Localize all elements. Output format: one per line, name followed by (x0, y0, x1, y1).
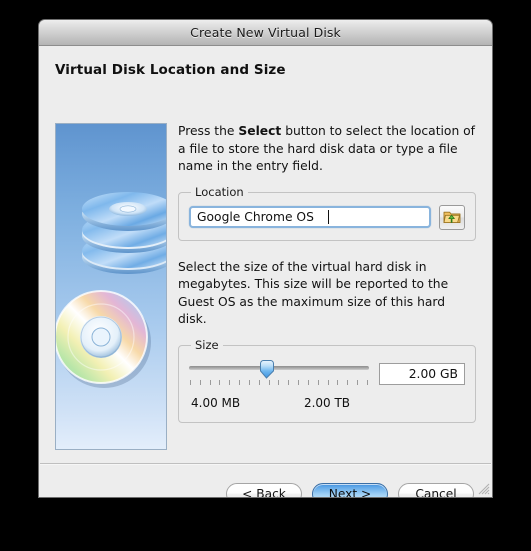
slider-tick (317, 379, 319, 385)
slider-tick (347, 379, 349, 385)
cd-stack-illustration (55, 123, 167, 450)
window-titlebar[interactable]: Create New Virtual Disk (39, 20, 492, 46)
location-instructions-part1: Press the (178, 124, 239, 138)
slider-tick (219, 379, 221, 385)
screen: Create New Virtual Disk Virtual Disk Loc… (0, 0, 531, 551)
slider-tick (327, 379, 329, 385)
folder-open-icon (443, 211, 461, 224)
slider-ticks (190, 379, 368, 386)
slider-thumb-icon (260, 359, 275, 379)
slider-tick (199, 379, 201, 385)
cd-stack-icon (56, 192, 166, 388)
slider-tick (298, 379, 300, 385)
next-button[interactable]: Next > (312, 483, 388, 497)
footer-buttons: < Back Next > Cancel (39, 474, 492, 497)
size-group: Size 2.00 GB 4.00 MB 2.00 TB (178, 337, 476, 423)
footer-separator (40, 463, 491, 465)
slider-tick (366, 379, 368, 385)
slider-tick (337, 379, 339, 385)
location-input[interactable] (191, 208, 328, 226)
slider-tick (248, 379, 250, 385)
size-min-label: 4.00 MB (191, 395, 241, 410)
slider-tick (258, 379, 260, 385)
create-new-virtual-disk-window: Create New Virtual Disk Virtual Disk Loc… (39, 20, 492, 497)
resize-grip-icon[interactable] (476, 481, 490, 495)
size-row: 2.00 GB (189, 358, 465, 390)
slider-tick (229, 379, 231, 385)
select-keyword: Select (238, 124, 282, 138)
slider-tick (357, 379, 359, 385)
location-instructions: Press the Select button to select the lo… (178, 123, 476, 176)
slider-tick (190, 379, 191, 385)
window-title: Create New Virtual Disk (190, 25, 341, 40)
browse-button[interactable] (439, 204, 465, 230)
slider-tick (307, 379, 309, 385)
slider-track[interactable] (189, 365, 369, 370)
window-content: Virtual Disk Location and Size Press the… (39, 46, 492, 497)
location-group: Location (178, 184, 476, 241)
page-title: Virtual Disk Location and Size (55, 62, 286, 78)
slider-thumb[interactable] (259, 359, 275, 379)
size-value-field[interactable]: 2.00 GB (379, 362, 465, 385)
size-max-label: 2.00 TB (303, 395, 351, 410)
size-instructions: Select the size of the virtual hard disk… (178, 259, 449, 327)
size-range-labels: 4.00 MB 2.00 TB (189, 396, 465, 412)
size-group-label: Size (191, 337, 223, 352)
location-row (189, 204, 465, 230)
size-slider[interactable] (189, 358, 369, 390)
slider-tick (278, 379, 280, 385)
slider-tick (239, 379, 241, 385)
slider-tick (288, 379, 290, 385)
text-caret (328, 210, 329, 224)
slider-tick (209, 379, 211, 385)
slider-tick (268, 379, 270, 385)
location-input-wrapper[interactable] (189, 206, 431, 228)
cancel-button[interactable]: Cancel (398, 483, 474, 497)
back-button[interactable]: < Back (226, 483, 302, 497)
location-group-label: Location (191, 184, 248, 199)
form-column: Press the Select button to select the lo… (178, 123, 476, 423)
